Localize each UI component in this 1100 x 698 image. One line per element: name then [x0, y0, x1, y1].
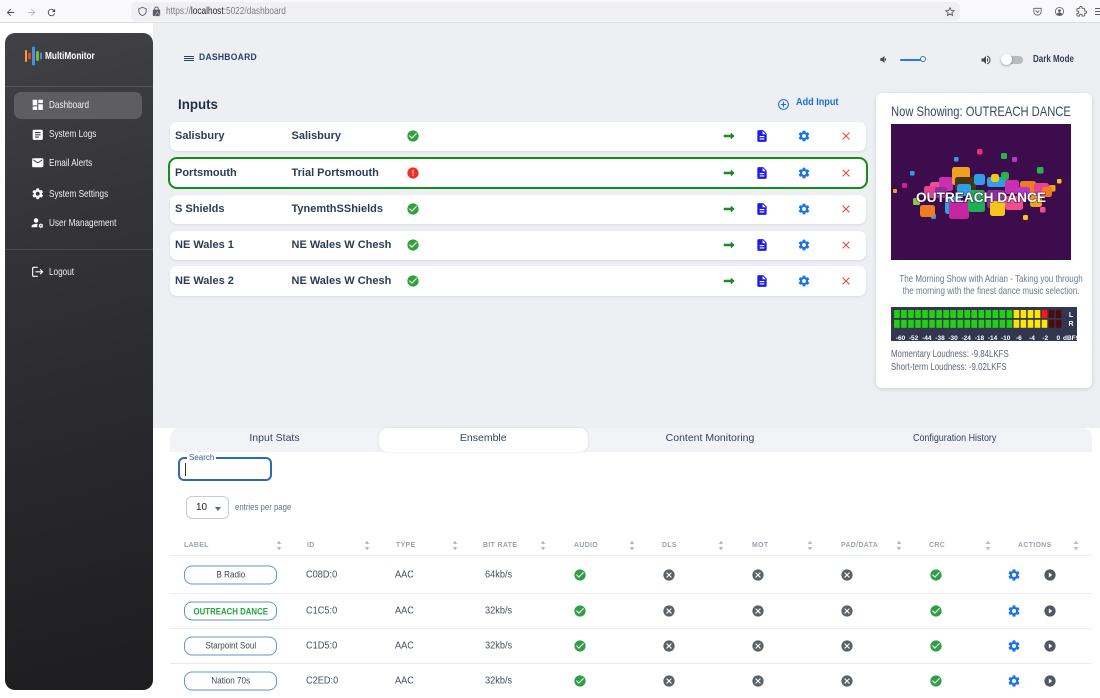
svg-text:-60: -60 — [895, 335, 905, 342]
svg-text:-6: -6 — [1016, 335, 1022, 342]
svg-text:OUTREACH DANCE: OUTREACH DANCE — [916, 189, 1046, 205]
svg-text:0: 0 — [1056, 335, 1060, 342]
svg-text:-44: -44 — [922, 335, 932, 342]
svg-text:-4: -4 — [1029, 335, 1035, 342]
svg-text:-52: -52 — [908, 335, 918, 342]
svg-text:R: R — [1068, 321, 1073, 328]
svg-text:-10: -10 — [1000, 335, 1010, 342]
svg-text:-38: -38 — [935, 335, 945, 342]
svg-text:-2: -2 — [1042, 335, 1048, 342]
svg-text:-30: -30 — [948, 335, 958, 342]
svg-text:-24: -24 — [961, 335, 971, 342]
svg-text:L: L — [1068, 312, 1073, 319]
svg-text:-18: -18 — [974, 335, 984, 342]
svg-text:dBFS: dBFS — [1063, 335, 1077, 342]
svg-text:-14: -14 — [987, 335, 997, 342]
